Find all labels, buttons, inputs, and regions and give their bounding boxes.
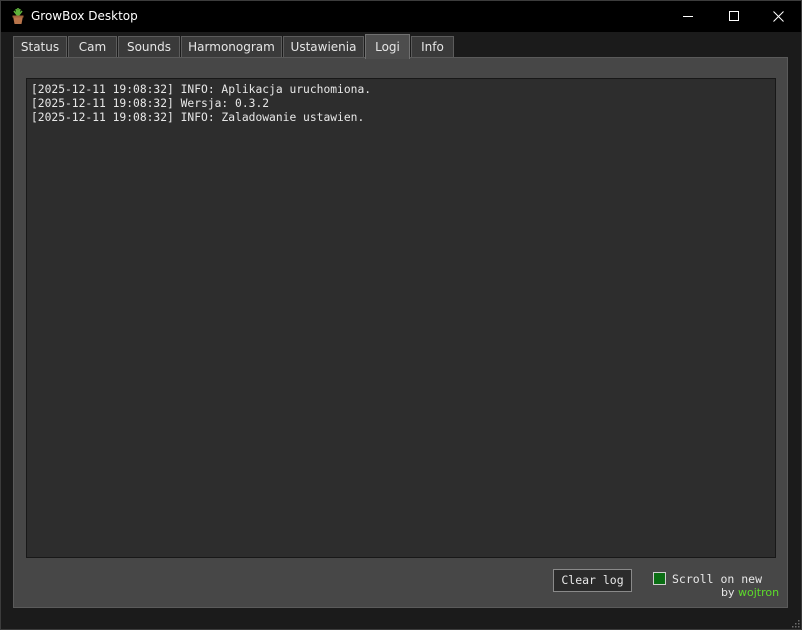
log-line: [2025-12-11 19:08:32] Wersja: 0.3.2 [31,97,270,110]
clear-log-button[interactable]: Clear log [553,569,632,592]
title-bar[interactable]: GrowBox Desktop [1,1,801,32]
tab-info[interactable]: Info [411,36,454,57]
close-button[interactable] [755,1,801,32]
minimize-button[interactable] [665,1,711,32]
scroll-on-new-label[interactable]: Scroll on new [672,573,762,586]
credit-line: by wojtron [721,586,779,599]
tab-logi[interactable]: Logi [365,34,410,59]
credit-prefix: by [721,586,735,599]
log-output[interactable]: [2025-12-11 19:08:32] INFO: Aplikacja ur… [26,78,776,558]
tab-cam[interactable]: Cam [68,36,117,57]
credit-author: wojtron [738,586,780,599]
scroll-on-new-checkbox[interactable] [653,572,666,585]
resize-grip-icon[interactable] [790,618,800,628]
maximize-button[interactable] [711,1,757,32]
window-title: GrowBox Desktop [31,9,138,23]
log-line: [2025-12-11 19:08:32] INFO: Aplikacja ur… [31,83,372,96]
minimize-icon [682,16,693,17]
tab-ustawienia[interactable]: Ustawienia [283,36,364,57]
tab-sounds[interactable]: Sounds [118,36,180,57]
tab-status[interactable]: Status [13,36,67,57]
log-line: [2025-12-11 19:08:32] INFO: Zaladowanie … [31,111,365,124]
plant-pot-icon [12,8,24,24]
maximize-icon [728,11,739,21]
tab-harmonogram[interactable]: Harmonogram [181,36,282,57]
close-icon [772,11,784,22]
